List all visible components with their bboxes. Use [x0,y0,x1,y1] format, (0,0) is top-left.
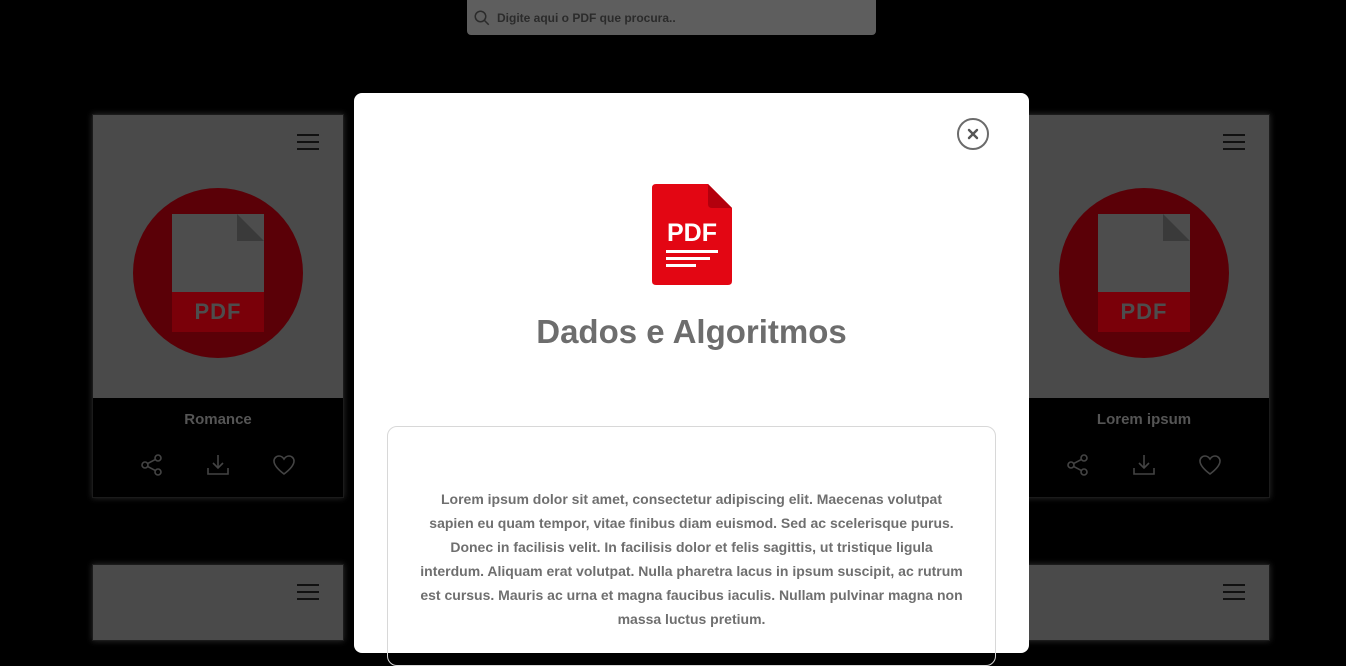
share-icon[interactable] [138,451,166,479]
hamburger-menu-icon[interactable] [1223,134,1245,152]
card-title: Romance [184,411,252,428]
heart-icon[interactable] [270,451,298,479]
download-icon[interactable] [204,451,232,479]
heart-icon[interactable] [1196,451,1224,479]
pdf-details-modal: PDF Dados e Algoritmos Lorem ipsum dolor… [354,93,1029,666]
pdf-file-icon: PDF [1059,188,1229,358]
hamburger-menu-icon[interactable] [297,584,319,602]
search-bar [467,0,876,35]
hamburger-menu-icon[interactable] [297,134,319,152]
card-title: Lorem ipsum [1096,411,1192,428]
pdf-card[interactable] [1018,564,1270,641]
pdf-card[interactable]: PDF Romance [92,114,344,498]
modal-title: Dados e Algoritmos [536,313,847,350]
pdf-card[interactable]: PDF Lorem ipsum [1018,114,1270,498]
description-box: Lorem ipsum dolor sit amet, consectetur … [387,426,996,666]
pdf-card[interactable] [92,564,344,641]
description-text: Lorem ipsum dolor sit amet, consectetur … [420,491,963,627]
hamburger-menu-icon[interactable] [1223,584,1245,602]
search-input[interactable] [497,10,857,25]
pdf-file-icon: PDF [133,188,303,358]
share-icon[interactable] [1064,451,1092,479]
pdf-document-icon: PDF [652,184,732,285]
download-icon[interactable] [1130,451,1158,479]
close-button[interactable] [957,118,989,150]
svg-text:PDF: PDF [667,219,717,247]
search-icon [474,10,490,25]
close-icon [967,128,979,140]
